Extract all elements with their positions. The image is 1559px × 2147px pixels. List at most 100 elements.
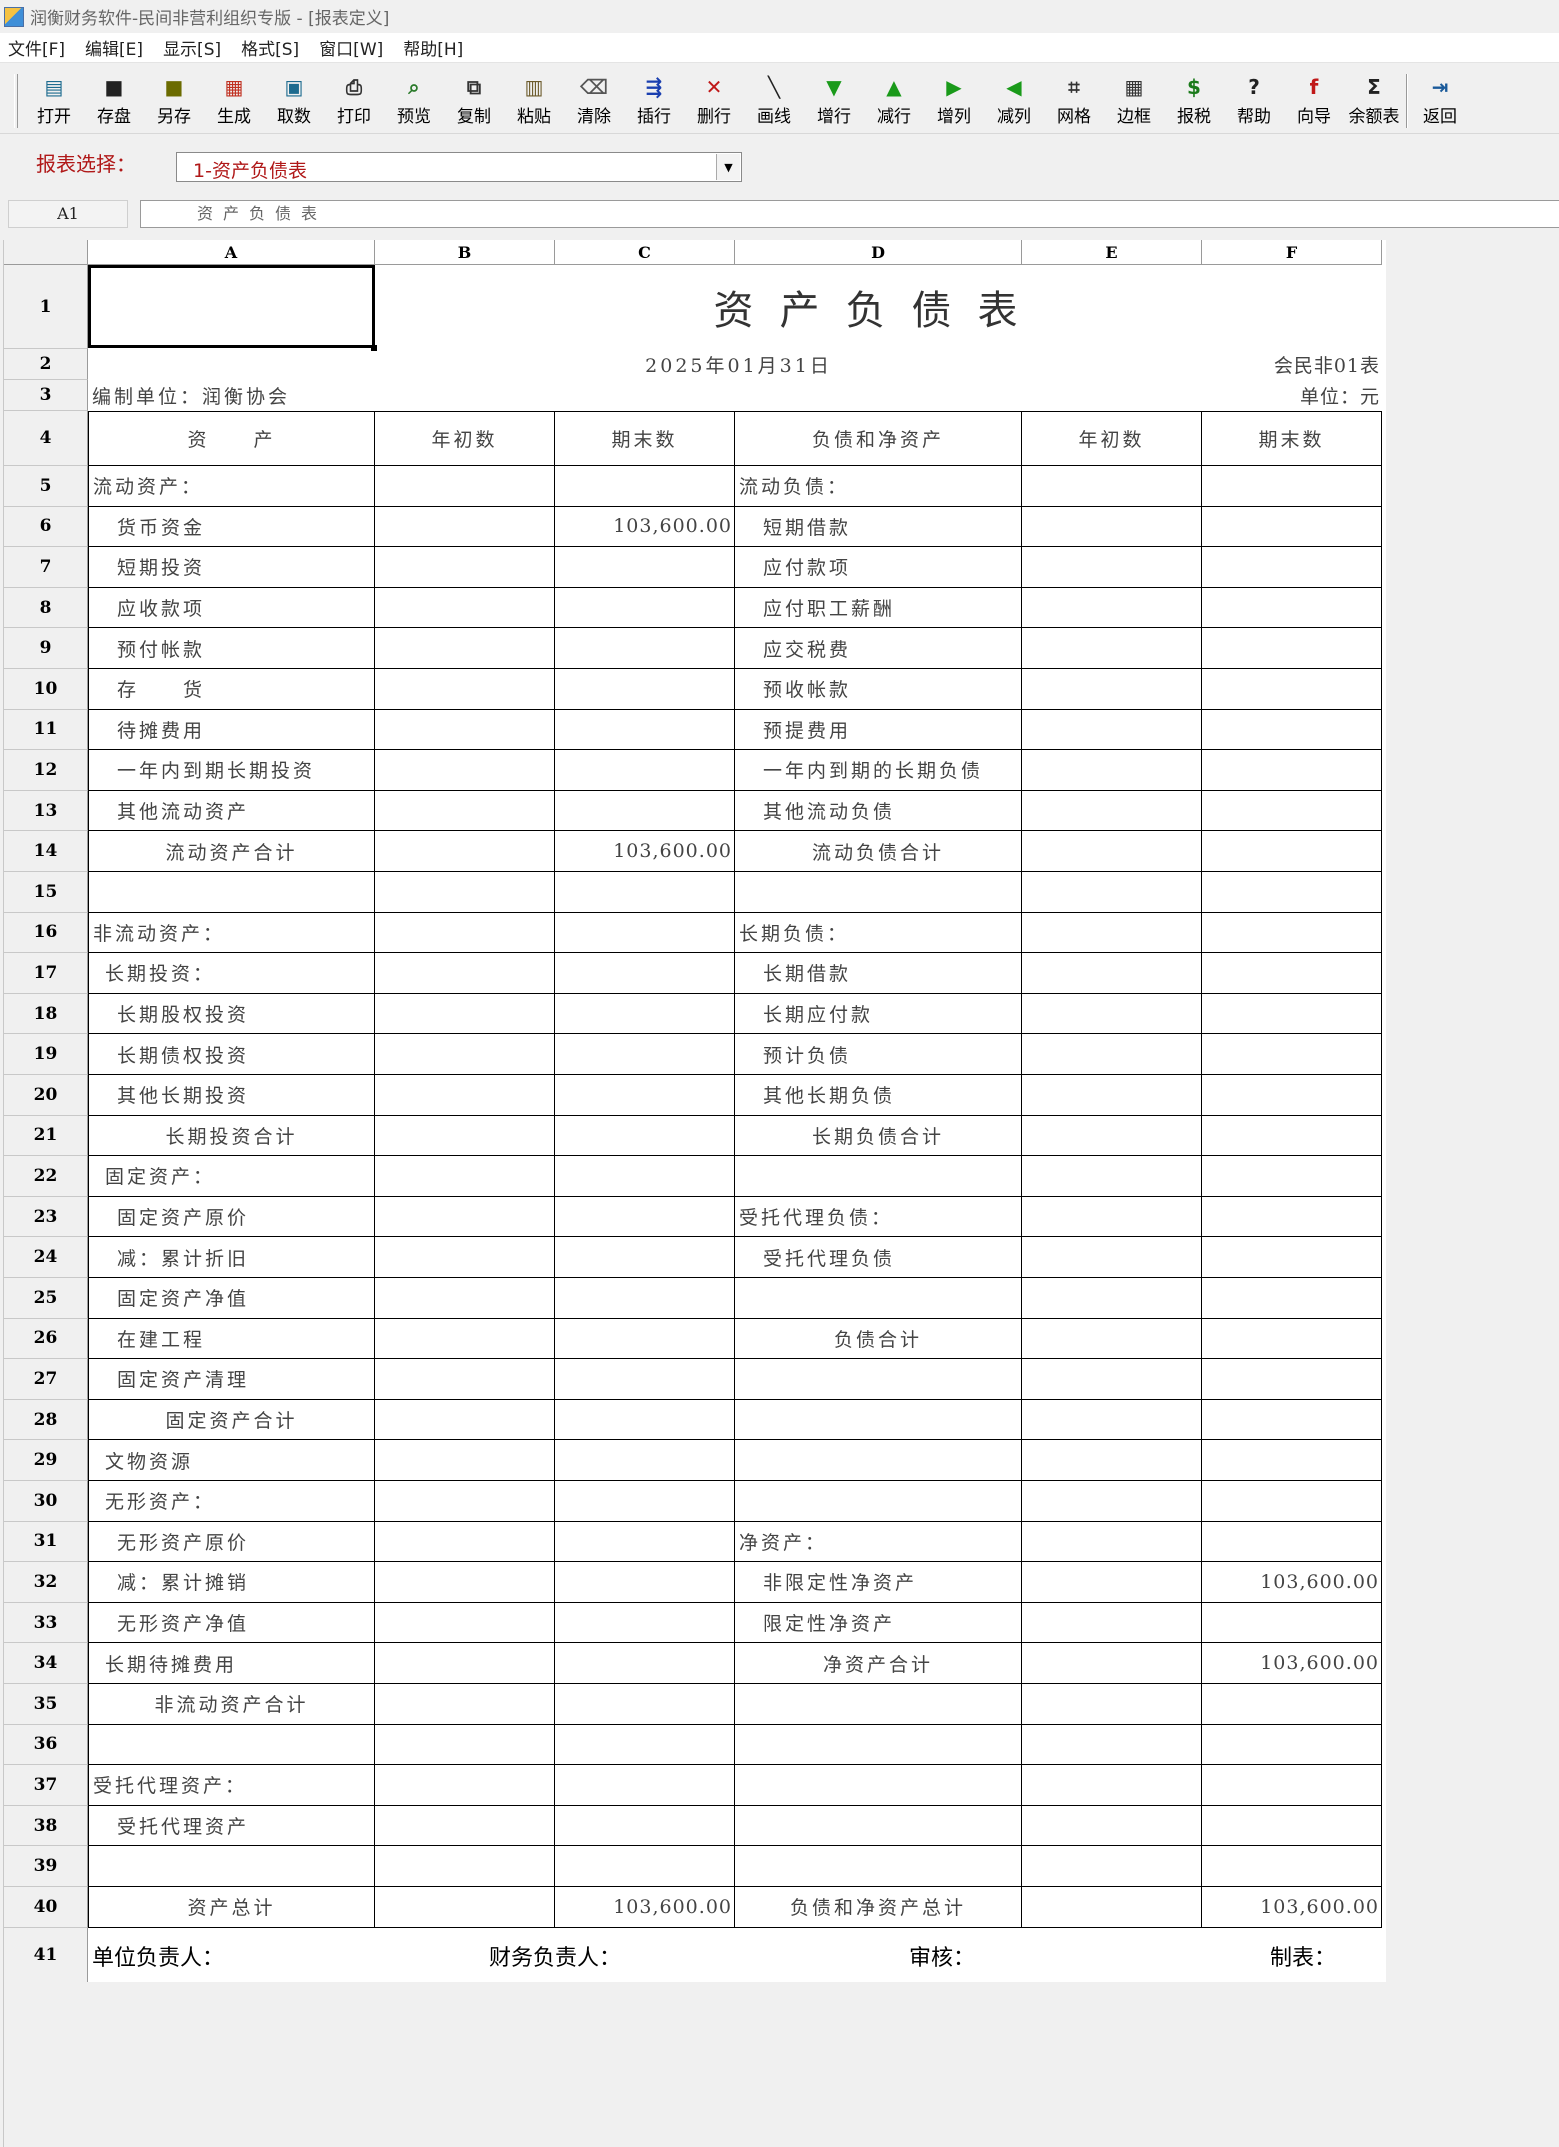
table-header-a[interactable]: 资 产: [88, 411, 375, 466]
cell-f20[interactable]: [1202, 1075, 1382, 1116]
cell-b38[interactable]: [375, 1805, 555, 1847]
cell-f34[interactable]: 103,600.00: [1202, 1643, 1382, 1684]
cell-d30[interactable]: [735, 1481, 1022, 1522]
cell-c40[interactable]: 103,600.00: [555, 1887, 735, 1928]
cell-a37[interactable]: 受托代理资产：: [88, 1765, 375, 1806]
cell-d8[interactable]: 应付职工薪酬: [735, 587, 1022, 629]
cell-b21[interactable]: [375, 1115, 555, 1157]
cell-d36[interactable]: [735, 1724, 1022, 1766]
cell-a15[interactable]: [88, 872, 375, 913]
cell-e14[interactable]: [1022, 831, 1202, 872]
row-header-28[interactable]: 28: [4, 1399, 88, 1441]
row-header-25[interactable]: 25: [4, 1278, 88, 1319]
cell-f21[interactable]: [1202, 1115, 1382, 1157]
column-header-c[interactable]: C: [555, 240, 735, 265]
cell-d24[interactable]: 受托代理负债: [735, 1237, 1022, 1278]
cell-f24[interactable]: [1202, 1237, 1382, 1278]
row-header-5[interactable]: 5: [4, 466, 88, 507]
cell-a22[interactable]: 固定资产：: [88, 1156, 375, 1197]
cell-f17[interactable]: [1202, 953, 1382, 994]
cell-d12[interactable]: 一年内到期的长期负债: [735, 750, 1022, 791]
cell-d11[interactable]: 预提费用: [735, 709, 1022, 751]
cell-c28[interactable]: [555, 1399, 735, 1441]
cell-a5[interactable]: 流动资产：: [88, 466, 375, 507]
row-header-8[interactable]: 8: [4, 587, 88, 629]
cell-a16[interactable]: 非流动资产：: [88, 912, 375, 954]
cell-b5[interactable]: [375, 466, 555, 507]
signature-3[interactable]: 审核：: [905, 1928, 1145, 1984]
row-header-2[interactable]: 2: [4, 349, 88, 380]
cell-f11[interactable]: [1202, 709, 1382, 751]
row-header-37[interactable]: 37: [4, 1765, 88, 1806]
toolbar-button-13[interactable]: ╲ 画线: [744, 74, 804, 130]
signature-1[interactable]: 单位负责人：: [88, 1928, 328, 1984]
cell-e29[interactable]: [1022, 1440, 1202, 1481]
cell-e6[interactable]: [1022, 506, 1202, 548]
cell-a21[interactable]: 长期投资合计: [88, 1115, 375, 1157]
table-header-d[interactable]: 负债和净资产: [735, 411, 1022, 466]
cell-c16[interactable]: [555, 912, 735, 954]
cell-c33[interactable]: [555, 1602, 735, 1644]
row-header-29[interactable]: 29: [4, 1440, 88, 1481]
cell-a28[interactable]: 固定资产合计: [88, 1399, 375, 1441]
cell-b9[interactable]: [375, 628, 555, 669]
cell-e27[interactable]: [1022, 1359, 1202, 1400]
row-header-36[interactable]: 36: [4, 1724, 88, 1766]
cell-e10[interactable]: [1022, 669, 1202, 710]
cell-a38[interactable]: 受托代理资产: [88, 1805, 375, 1847]
cell-c21[interactable]: [555, 1115, 735, 1157]
cell-b13[interactable]: [375, 790, 555, 832]
cell-a29[interactable]: 文物资源: [88, 1440, 375, 1481]
row-header-27[interactable]: 27: [4, 1359, 88, 1400]
cell-d37[interactable]: [735, 1765, 1022, 1806]
cell-d32[interactable]: 非限定性净资产: [735, 1562, 1022, 1603]
toolbar-button-2[interactable]: ■ 存盘: [84, 74, 144, 130]
report-title[interactable]: 资产负债表: [375, 265, 1382, 349]
cell-f16[interactable]: [1202, 912, 1382, 954]
cell-e40[interactable]: [1022, 1887, 1202, 1928]
cell-f37[interactable]: [1202, 1765, 1382, 1806]
row-header-13[interactable]: 13: [4, 790, 88, 832]
cell-a24[interactable]: 减：累计折旧: [88, 1237, 375, 1278]
cell-c17[interactable]: [555, 953, 735, 994]
toolbar-button-24[interactable]: ⇥ 返回: [1410, 74, 1470, 130]
cell-e36[interactable]: [1022, 1724, 1202, 1766]
cell-d21[interactable]: 长期负债合计: [735, 1115, 1022, 1157]
cell-e16[interactable]: [1022, 912, 1202, 954]
cell-e7[interactable]: [1022, 547, 1202, 588]
cell-a25[interactable]: 固定资产净值: [88, 1278, 375, 1319]
cell-d6[interactable]: 短期借款: [735, 506, 1022, 548]
row-header-32[interactable]: 32: [4, 1562, 88, 1603]
cell-f27[interactable]: [1202, 1359, 1382, 1400]
row-header-12[interactable]: 12: [4, 750, 88, 791]
row-header-14[interactable]: 14: [4, 831, 88, 872]
menu-item-2[interactable]: 编辑[E]: [85, 35, 143, 60]
cell-reference-box[interactable]: A1: [8, 200, 128, 228]
cell-d15[interactable]: [735, 872, 1022, 913]
toolbar-button-14[interactable]: ▼ 增行: [804, 74, 864, 130]
cell-f31[interactable]: [1202, 1521, 1382, 1563]
cell-c23[interactable]: [555, 1196, 735, 1238]
cell-d22[interactable]: [735, 1156, 1022, 1197]
cell-f10[interactable]: [1202, 669, 1382, 710]
cell-d39[interactable]: [735, 1846, 1022, 1887]
row-header-23[interactable]: 23: [4, 1196, 88, 1238]
cell-f19[interactable]: [1202, 1034, 1382, 1075]
cell-e19[interactable]: [1022, 1034, 1202, 1075]
cell-b18[interactable]: [375, 993, 555, 1035]
cell-f35[interactable]: [1202, 1684, 1382, 1725]
cell-e15[interactable]: [1022, 872, 1202, 913]
cell-a30[interactable]: 无形资产：: [88, 1481, 375, 1522]
formula-input[interactable]: 资产负债表: [140, 200, 1559, 228]
chevron-down-icon[interactable]: ▼: [716, 154, 740, 180]
cell-a27[interactable]: 固定资产清理: [88, 1359, 375, 1400]
row-header-34[interactable]: 34: [4, 1643, 88, 1684]
cell-e8[interactable]: [1022, 587, 1202, 629]
row-header-17[interactable]: 17: [4, 953, 88, 994]
cell-d10[interactable]: 预收帐款: [735, 669, 1022, 710]
cell-e35[interactable]: [1022, 1684, 1202, 1725]
cell-c39[interactable]: [555, 1846, 735, 1887]
cell-d18[interactable]: 长期应付款: [735, 993, 1022, 1035]
cell-c27[interactable]: [555, 1359, 735, 1400]
cell-c10[interactable]: [555, 669, 735, 710]
